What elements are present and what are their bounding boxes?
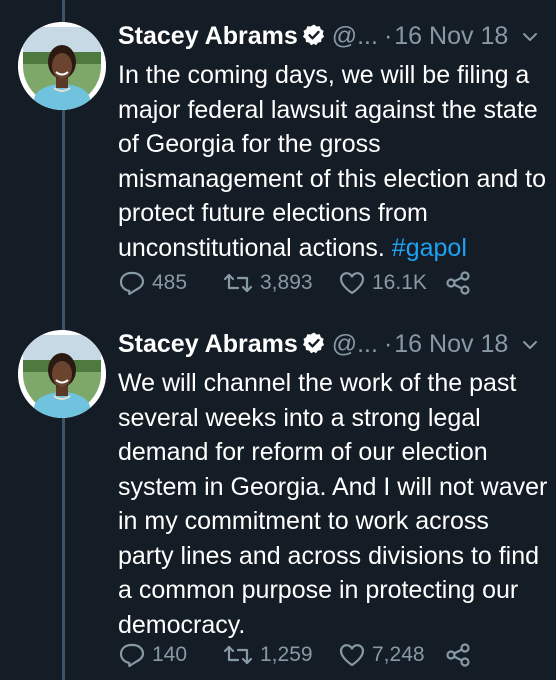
timestamp[interactable]: 16 Nov 18	[394, 22, 508, 50]
author-handle[interactable]: @...	[332, 22, 378, 50]
like-button[interactable]: 16.1K	[338, 268, 427, 298]
chevron-down-icon[interactable]	[522, 22, 538, 58]
verified-badge-icon	[302, 331, 326, 363]
tweet[interactable]: Stacey Abrams @... ·16 Nov 18 We will chan…	[0, 308, 556, 680]
tweet-text: In the coming days, we will be filing a …	[118, 58, 550, 265]
share-button[interactable]	[444, 640, 472, 670]
tweet[interactable]: Stacey Abrams @... ·16 Nov 18 In the comin…	[0, 0, 556, 322]
separator-dot: ·	[383, 330, 393, 358]
like-button[interactable]: 7,248	[338, 640, 425, 670]
tweet-header: Stacey Abrams @... ·16 Nov 18	[118, 328, 538, 360]
retweet-button[interactable]: 3,893	[222, 268, 313, 298]
reply-count: 485	[152, 271, 188, 295]
tweet-actions: 140 1,259 7,248	[118, 640, 538, 670]
avatar[interactable]	[18, 330, 106, 418]
author-name[interactable]: Stacey Abrams	[118, 330, 298, 358]
retweet-icon	[223, 274, 253, 293]
tweet-body: In the coming days, we will be filing a …	[118, 61, 547, 262]
profile-photo-icon	[18, 22, 106, 110]
retweet-count: 3,893	[260, 271, 313, 295]
reply-count: 140	[152, 643, 188, 667]
author-handle[interactable]: @...	[332, 330, 378, 358]
reply-button[interactable]: 140	[118, 640, 187, 670]
heart-icon	[339, 272, 365, 295]
reply-icon	[119, 644, 145, 668]
tweet-text: We will channel the work of the past sev…	[118, 366, 550, 642]
tweet-actions: 485 3,893 16.1K	[118, 268, 538, 298]
profile-photo-icon	[18, 330, 106, 418]
separator-dot: ·	[383, 22, 393, 50]
heart-icon	[339, 644, 365, 667]
share-button[interactable]	[444, 268, 472, 298]
tweet-body: We will channel the work of the past sev…	[118, 369, 548, 639]
retweet-button[interactable]: 1,259	[222, 640, 313, 670]
share-icon	[446, 271, 470, 296]
reply-icon	[119, 272, 145, 296]
share-icon	[446, 643, 470, 668]
like-count: 7,248	[372, 643, 425, 667]
author-name[interactable]: Stacey Abrams	[118, 22, 298, 50]
reply-button[interactable]: 485	[118, 268, 187, 298]
timestamp[interactable]: 16 Nov 18	[394, 330, 508, 358]
hashtag-link[interactable]: #gapol	[392, 234, 467, 262]
verified-badge-icon	[302, 23, 326, 55]
avatar[interactable]	[18, 22, 106, 110]
chevron-down-icon[interactable]	[522, 330, 538, 366]
retweet-icon	[223, 646, 253, 665]
retweet-count: 1,259	[260, 643, 313, 667]
tweet-header: Stacey Abrams @... ·16 Nov 18	[118, 20, 538, 52]
like-count: 16.1K	[372, 271, 427, 295]
